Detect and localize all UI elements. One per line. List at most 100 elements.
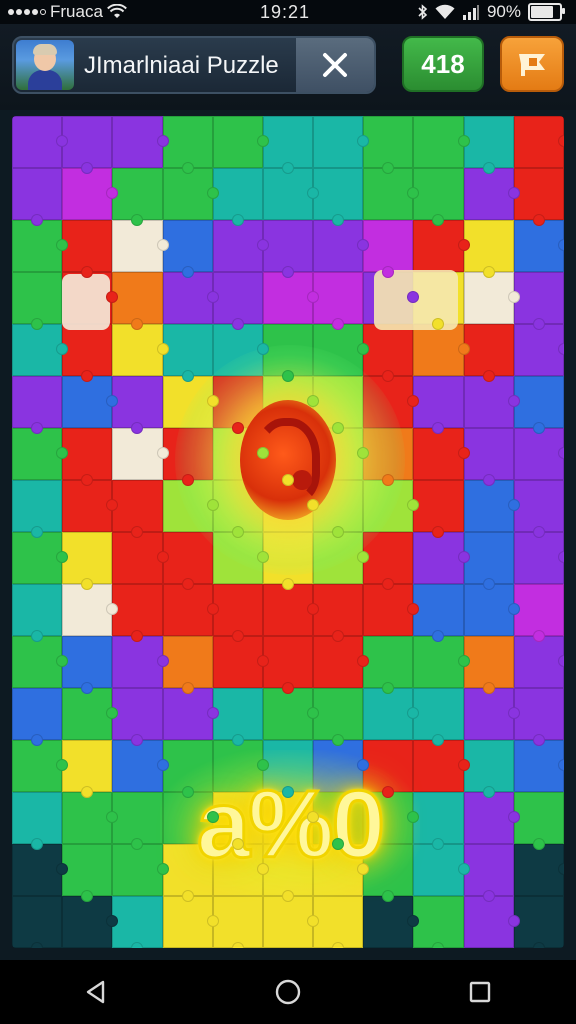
puzzle-piece[interactable] [463,324,514,382]
puzzle-piece[interactable] [463,532,514,590]
puzzle-piece[interactable] [162,532,213,590]
puzzle-piece[interactable] [62,584,119,636]
puzzle-piece[interactable] [212,272,263,330]
puzzle-piece[interactable] [313,116,370,168]
puzzle-piece[interactable] [112,584,163,642]
puzzle-piece[interactable] [513,376,564,434]
nav-back-button[interactable] [61,968,131,1016]
puzzle-piece[interactable] [363,220,414,278]
puzzle-piece[interactable] [513,220,564,272]
puzzle-piece[interactable] [513,688,564,746]
puzzle-piece[interactable] [162,896,219,948]
puzzle-piece[interactable] [313,636,370,688]
puzzle-piece[interactable] [313,532,370,584]
puzzle-piece[interactable] [162,116,213,174]
puzzle-piece[interactable] [62,896,119,948]
puzzle-piece[interactable] [313,220,370,272]
puzzle-piece[interactable] [513,844,564,896]
puzzle-piece[interactable] [262,220,314,278]
puzzle-piece[interactable] [112,636,169,688]
puzzle-piece[interactable] [363,324,414,382]
puzzle-piece[interactable] [12,220,69,272]
puzzle-piece[interactable] [413,116,470,168]
puzzle-piece[interactable] [112,324,169,376]
puzzle-piece[interactable] [463,116,514,174]
puzzle-piece[interactable] [112,688,163,746]
puzzle-piece[interactable] [162,168,219,220]
puzzle-piece[interactable] [463,896,521,948]
puzzle-piece[interactable] [513,480,564,538]
puzzle-piece[interactable] [363,584,420,636]
puzzle-piece[interactable] [112,896,163,948]
puzzle-piece[interactable] [62,220,113,278]
puzzle-piece[interactable] [62,740,113,798]
puzzle-piece[interactable] [112,532,169,584]
puzzle-piece[interactable] [363,116,414,174]
puzzle-piece[interactable] [463,376,521,428]
puzzle-piece[interactable] [463,272,521,324]
puzzle-piece[interactable] [513,428,564,480]
puzzle-piece[interactable] [313,688,364,746]
puzzle-piece[interactable] [262,532,314,590]
puzzle-piece[interactable] [62,844,113,902]
puzzle-piece[interactable] [313,168,364,226]
puzzle-piece[interactable] [413,376,464,434]
puzzle-piece[interactable] [162,220,213,278]
puzzle-piece[interactable] [513,636,564,688]
puzzle-piece[interactable] [62,428,113,486]
puzzle-piece[interactable] [12,688,63,746]
puzzle-piece[interactable] [413,688,464,746]
puzzle-piece[interactable] [513,168,564,226]
puzzle-piece[interactable] [413,532,470,584]
puzzle-piece[interactable] [413,584,464,642]
puzzle-piece[interactable] [513,896,564,948]
puzzle-piece[interactable] [463,792,521,844]
puzzle-piece[interactable] [212,688,263,746]
puzzle-piece[interactable] [363,896,420,948]
puzzle-piece[interactable] [513,272,564,330]
puzzle-piece[interactable] [413,896,464,948]
puzzle-piece[interactable] [212,896,263,948]
puzzle-piece[interactable] [262,636,314,694]
puzzle-piece[interactable] [262,896,320,948]
puzzle-piece[interactable] [463,220,514,278]
puzzle-piece[interactable] [12,740,69,792]
close-button[interactable] [296,38,374,92]
puzzle-piece[interactable] [62,324,113,382]
puzzle-piece[interactable] [513,116,564,168]
puzzle-piece[interactable] [62,636,113,694]
puzzle-piece[interactable] [513,584,564,642]
puzzle-piece[interactable] [212,532,270,584]
puzzle-piece[interactable] [313,896,364,948]
puzzle-piece[interactable] [262,272,320,324]
puzzle-piece[interactable] [162,324,213,382]
puzzle-piece[interactable] [162,272,219,324]
puzzle-piece[interactable] [162,428,213,486]
puzzle-piece[interactable] [262,168,320,220]
puzzle-piece[interactable] [212,116,270,168]
puzzle-piece[interactable] [12,376,63,434]
puzzle-piece[interactable] [12,896,63,948]
puzzle-piece[interactable] [463,844,514,902]
avatar[interactable] [16,40,74,90]
puzzle-piece[interactable] [112,220,169,272]
flag-button[interactable] [500,36,564,92]
puzzle-piece[interactable] [62,480,119,532]
puzzle-piece[interactable] [513,792,564,850]
puzzle-piece[interactable] [413,636,470,688]
puzzle-piece[interactable] [112,480,163,538]
puzzle-piece[interactable] [162,376,219,428]
puzzle-piece[interactable] [413,480,464,538]
puzzle-piece[interactable] [62,116,113,174]
puzzle-piece[interactable] [513,740,564,792]
puzzle-piece[interactable] [212,636,270,688]
puzzle-piece[interactable] [162,584,219,636]
puzzle-piece[interactable] [112,116,169,168]
puzzle-piece[interactable] [12,844,69,896]
puzzle-piece[interactable] [112,740,169,792]
puzzle-piece[interactable] [262,584,320,636]
puzzle-piece[interactable] [12,324,69,376]
nav-home-button[interactable] [253,968,323,1016]
puzzle-piece[interactable] [162,480,219,532]
puzzle-piece[interactable] [62,376,119,428]
